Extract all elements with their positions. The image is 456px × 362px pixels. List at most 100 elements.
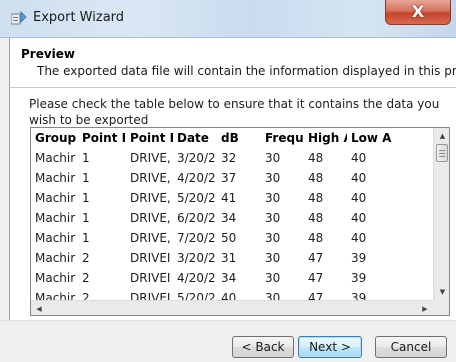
- table-cell: DRIVEI: [130, 291, 171, 300]
- table-cell: 30: [265, 211, 281, 225]
- table-cell: 40: [351, 211, 367, 225]
- table-row[interactable]: Machir 1 DRIVE, 4/20/2 37 30 48 40: [31, 168, 433, 188]
- table-cell: 48: [308, 191, 324, 205]
- table-cell: 31: [221, 251, 237, 265]
- table-cell: 3/20/2: [177, 251, 216, 265]
- table-cell: Machir: [35, 191, 76, 205]
- table-cell: DRIVEI: [130, 251, 171, 265]
- table-cell: 30: [265, 271, 281, 285]
- table-header-row: Group Point I Point I Date dB Freque Hig…: [31, 128, 433, 148]
- table-cell: 47: [308, 271, 324, 285]
- preview-header: Preview The exported data file will cont…: [9, 38, 456, 88]
- column-header-date[interactable]: Date: [173, 128, 217, 148]
- table-cell: 37: [221, 171, 237, 185]
- instruction-text: Please check the table below to ensure t…: [29, 97, 440, 126]
- table-cell: 32: [221, 151, 237, 165]
- window-title: Export Wizard: [33, 10, 125, 25]
- preview-description: The exported data file will contain the …: [37, 64, 456, 78]
- table-cell: 7/20/2: [177, 231, 216, 245]
- table-cell: 5/20/2: [177, 191, 216, 205]
- table-cell: 2: [82, 251, 90, 265]
- column-header-db[interactable]: dB: [217, 128, 261, 148]
- table-cell: 41: [221, 191, 237, 205]
- table-row[interactable]: Machir 1 DRIVE, 6/20/2 34 30 48 40: [31, 208, 433, 228]
- table-cell: 39: [351, 291, 367, 300]
- table-cell: Machir: [35, 291, 76, 300]
- table-cell: 50: [221, 231, 237, 245]
- table-cell: Machir: [35, 251, 76, 265]
- table-cell: DRIVE,: [130, 231, 171, 245]
- table-row[interactable]: Machir 2 DRIVEI 3/20/2 31 30 47 39: [31, 248, 433, 268]
- table-cell: 34: [221, 211, 237, 225]
- table-cell: DRIVE,: [130, 211, 171, 225]
- table-cell: 34: [221, 271, 237, 285]
- table-cell: 40: [351, 231, 367, 245]
- button-bar: < Back Next > Cancel: [0, 320, 456, 362]
- table-row[interactable]: Machir 1 DRIVE, 5/20/2 41 30 48 40: [31, 188, 433, 208]
- title-bar: Export Wizard X: [0, 0, 456, 38]
- content-panel: Please check the table below to ensure t…: [9, 88, 456, 320]
- table-cell: 1: [82, 211, 90, 225]
- table-cell: 1: [82, 171, 90, 185]
- table-cell: 5/20/2: [177, 291, 216, 300]
- column-header-high-alarm[interactable]: High A: [304, 128, 347, 148]
- table-cell: 48: [308, 171, 324, 185]
- table-cell: 3/20/2: [177, 151, 216, 165]
- close-button[interactable]: X: [385, 0, 451, 25]
- column-header-low-alarm[interactable]: Low A: [347, 128, 433, 148]
- table-cell: 47: [308, 291, 324, 300]
- table-cell: 40: [351, 191, 367, 205]
- scroll-up-arrow-icon[interactable]: ▲: [434, 128, 449, 144]
- close-icon: X: [411, 2, 425, 21]
- table-cell: 4/20/2: [177, 271, 216, 285]
- vertical-scrollbar[interactable]: ▲ ▼: [433, 128, 449, 300]
- table-cell: 30: [265, 191, 281, 205]
- back-button[interactable]: < Back: [232, 336, 294, 358]
- table-cell: 48: [308, 231, 324, 245]
- table-cell: 39: [351, 251, 367, 265]
- scrollbar-corner: [433, 300, 449, 315]
- table-row[interactable]: Machir 1 DRIVE, 7/20/2 50 30 48 40: [31, 228, 433, 248]
- horizontal-scrollbar[interactable]: ◀ ▶: [31, 300, 433, 315]
- table-cell: 2: [82, 291, 90, 300]
- column-header-group[interactable]: Group: [31, 128, 78, 148]
- table-cell: DRIVE,: [130, 171, 171, 185]
- table-cell: 1: [82, 191, 90, 205]
- table-cell: Machir: [35, 271, 76, 285]
- table-body: Group Point I Point I Date dB Freque Hig…: [31, 128, 433, 300]
- table-cell: Machir: [35, 211, 76, 225]
- table-cell: 30: [265, 231, 281, 245]
- vertical-scroll-thumb[interactable]: [436, 144, 448, 162]
- table-cell: Machir: [35, 231, 76, 245]
- column-header-frequency[interactable]: Freque: [261, 128, 304, 148]
- cancel-button[interactable]: Cancel: [375, 336, 447, 358]
- table-cell: 47: [308, 251, 324, 265]
- table-row[interactable]: Machir 2 DRIVEI 4/20/2 34 30 47 39: [31, 268, 433, 288]
- table-cell: DRIVE,: [130, 191, 171, 205]
- table-cell: 30: [265, 151, 281, 165]
- table-cell: 30: [265, 251, 281, 265]
- column-header-point-id[interactable]: Point I: [78, 128, 126, 148]
- table-cell: DRIVE,: [130, 151, 171, 165]
- table-cell: Machir: [35, 151, 76, 165]
- scroll-down-arrow-icon[interactable]: ▼: [434, 284, 449, 300]
- next-button[interactable]: Next >: [298, 336, 362, 358]
- preview-title: Preview: [21, 47, 76, 61]
- scroll-left-arrow-icon[interactable]: ◀: [31, 301, 47, 315]
- table-row[interactable]: Machir 2 DRIVEI 5/20/2 40 30 47 39: [31, 288, 433, 300]
- scroll-right-arrow-icon[interactable]: ▶: [417, 301, 433, 315]
- table-cell: 1: [82, 151, 90, 165]
- table-cell: 6/20/2: [177, 211, 216, 225]
- table-cell: 48: [308, 211, 324, 225]
- table-cell: Machir: [35, 171, 76, 185]
- table-cell: 40: [221, 291, 237, 300]
- export-wizard-window: Export Wizard X Preview The exported dat…: [0, 0, 456, 362]
- column-header-point-name[interactable]: Point I: [126, 128, 173, 148]
- table-cell: 4/20/2: [177, 171, 216, 185]
- table-cell: 30: [265, 291, 281, 300]
- table-row[interactable]: Machir 1 DRIVE, 3/20/2 32 30 48 40: [31, 148, 433, 168]
- table-cell: DRIVEI: [130, 271, 171, 285]
- table-cell: 40: [351, 151, 367, 165]
- table-cell: 48: [308, 151, 324, 165]
- data-table[interactable]: Group Point I Point I Date dB Freque Hig…: [30, 127, 450, 316]
